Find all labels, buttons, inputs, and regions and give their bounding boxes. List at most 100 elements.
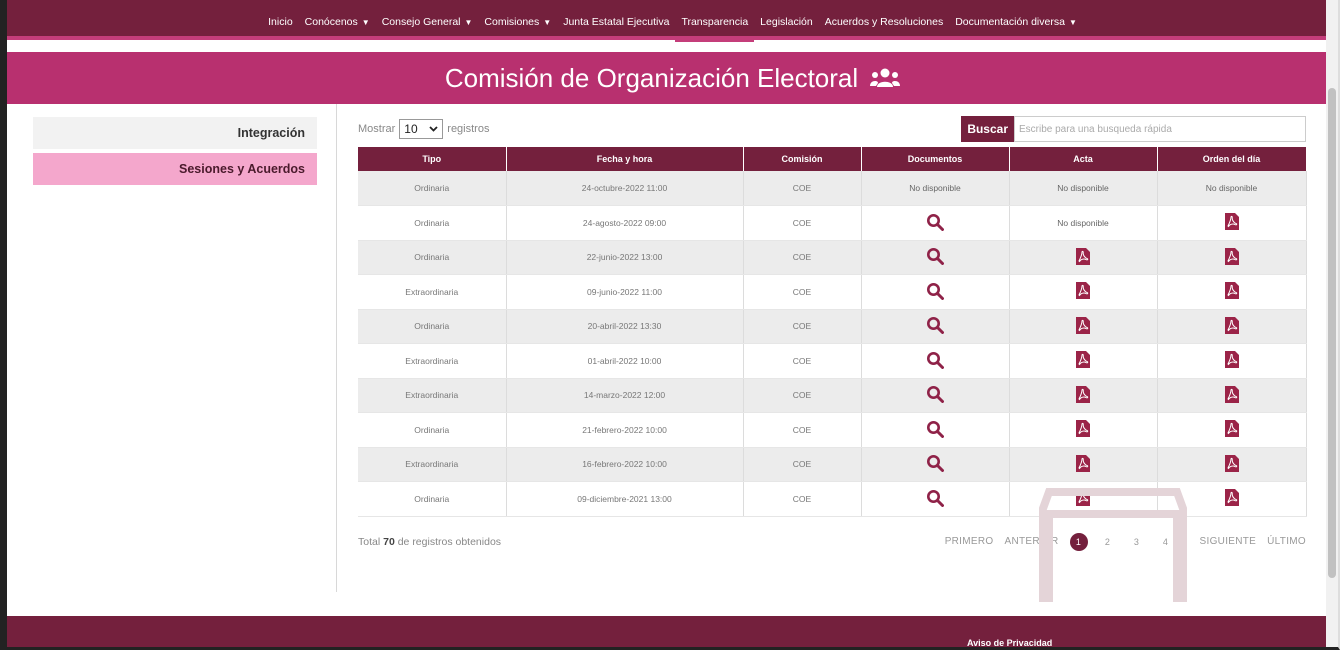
pdf-icon[interactable] (1224, 454, 1239, 472)
cell-text: Extraordinaria (405, 390, 459, 401)
cell-orden: No disponible (1157, 171, 1307, 206)
sidebar: Integración Sesiones y Acuerdos (7, 104, 337, 592)
pager-last[interactable]: ÚLTIMO (1267, 536, 1306, 547)
nav-item-0[interactable]: Inicio (262, 6, 299, 36)
cell-text: 20-abril-2022 13:30 (587, 321, 662, 332)
nav-item-label: Junta Estatal Ejecutiva (563, 16, 670, 28)
search-icon[interactable] (926, 420, 944, 438)
page-number[interactable]: 2 (1099, 533, 1117, 551)
column-header[interactable]: Tipo (358, 147, 507, 171)
pager-next[interactable]: SIGUIENTE (1200, 536, 1257, 547)
cell-text: 22-junio-2022 13:00 (586, 252, 663, 263)
cell-comision: COE (743, 274, 862, 310)
nav-item-7[interactable]: Acuerdos y Resoluciones (819, 6, 949, 36)
pdf-icon[interactable] (1076, 351, 1090, 369)
content-area: Integración Sesiones y Acuerdos Mostrar 1… (7, 104, 1338, 612)
column-header[interactable]: Orden del día (1157, 147, 1307, 171)
nav-item-4[interactable]: Junta Estatal Ejecutiva (557, 6, 675, 36)
caret-down-icon: ▼ (361, 18, 370, 27)
cell-acta (1009, 447, 1158, 482)
pdf-icon[interactable] (1224, 282, 1239, 300)
vertical-scrollbar[interactable] (1326, 0, 1338, 647)
page-number[interactable]: 1 (1069, 532, 1088, 551)
cell-text: COE (792, 183, 812, 193)
search-icon[interactable] (926, 454, 944, 473)
search-icon[interactable] (926, 247, 944, 266)
cell-orden (1157, 412, 1307, 448)
cell-text: 01-abril-2022 10:00 (587, 355, 662, 366)
search-icon[interactable] (926, 489, 944, 507)
nav-item-6[interactable]: Legislación (754, 6, 819, 36)
page-number[interactable]: 4 (1157, 533, 1175, 551)
cell-orden (1157, 205, 1307, 241)
table-body: Ordinaria 24-octubre-2022 11:00 COE No disp… (358, 171, 1307, 517)
sidebar-item-0[interactable]: Integración (33, 117, 317, 149)
column-header[interactable]: Documentos (861, 147, 1010, 171)
pdf-icon[interactable] (1224, 351, 1239, 369)
search-icon[interactable] (926, 351, 944, 369)
cell-documentos (861, 343, 1010, 379)
pdf-icon[interactable] (1076, 282, 1090, 300)
pdf-icon[interactable] (1224, 385, 1239, 403)
scrollbar-thumb[interactable] (1328, 88, 1336, 578)
page-number[interactable]: 3 (1128, 533, 1146, 551)
search-icon[interactable] (926, 385, 944, 404)
nav-item-2[interactable]: Consejo General ▼ (376, 6, 479, 36)
pdf-icon[interactable] (1224, 489, 1239, 507)
column-header[interactable]: Acta (1009, 147, 1158, 171)
column-header[interactable]: Comisión (743, 147, 862, 171)
table-row: Ordinaria 09-diciembre-2021 13:00 COE (358, 481, 1307, 517)
summary-prefix: Total (358, 535, 381, 548)
sidebar-item-1[interactable]: Sesiones y Acuerdos (33, 153, 317, 185)
cell-orden (1157, 447, 1307, 482)
cell-acta (1009, 378, 1158, 413)
nav-item-label: Conócenos (304, 16, 358, 28)
search-icon[interactable] (926, 213, 944, 231)
pdf-icon[interactable] (1076, 454, 1090, 472)
pdf-icon[interactable] (1224, 213, 1239, 231)
nav-item-label: Transparencia (681, 16, 749, 28)
table-row: Ordinaria 21-febrero-2022 10:00 COE (358, 412, 1307, 448)
cell-tipo: Extraordinaria (358, 343, 507, 379)
pdf-icon[interactable] (1076, 316, 1090, 334)
cell-fecha: 24-octubre-2022 11:00 (506, 171, 744, 206)
pdf-icon[interactable] (1224, 247, 1239, 265)
summary-suffix: de registros obtenidos (397, 535, 502, 548)
cell-text: COE (792, 321, 812, 332)
cell-acta: No disponible (1009, 171, 1158, 206)
nav-item-label: Inicio (268, 16, 293, 28)
pdf-icon[interactable] (1076, 247, 1090, 265)
cell-acta (1009, 481, 1158, 517)
cell-orden (1157, 378, 1307, 413)
chevron-down-icon (429, 126, 438, 132)
column-header[interactable]: Fecha y hora (506, 147, 744, 171)
table-row: Ordinaria 22-junio-2022 13:00 COE (358, 240, 1307, 275)
nav-item-8[interactable]: Documentación diversa ▼ (949, 6, 1083, 36)
pdf-icon[interactable] (1076, 489, 1090, 507)
page-size-select[interactable]: 10 (399, 119, 444, 139)
pager-first[interactable]: PRIMERO (945, 536, 994, 547)
pager-prev[interactable]: ANTERIOR (1004, 536, 1058, 547)
pdf-icon[interactable] (1224, 316, 1239, 334)
privacy-link[interactable]: Aviso de Privacidad (967, 638, 1052, 647)
cell-text: Ordinaria (414, 217, 450, 228)
table-row: Extraordinaria 16-febrero-2022 10:00 COE (358, 447, 1307, 482)
cell-acta (1009, 412, 1158, 448)
nav-item-1[interactable]: Conócenos ▼ (299, 6, 376, 36)
pdf-icon[interactable] (1076, 420, 1090, 438)
search-icon[interactable] (926, 282, 944, 300)
cell-acta: No disponible (1009, 205, 1158, 241)
nav-item-5[interactable]: Transparencia (675, 6, 754, 42)
table-row: Ordinaria 20-abril-2022 13:30 COE (358, 309, 1307, 344)
cell-tipo: Ordinaria (358, 412, 507, 448)
spacer (7, 40, 1338, 52)
search-input[interactable]: Escribe para una busqueda rápida (1014, 116, 1306, 142)
search-icon[interactable] (926, 316, 944, 335)
pdf-icon[interactable] (1224, 420, 1239, 438)
search-button[interactable]: Buscar (961, 116, 1014, 142)
cell-text: COE (792, 390, 812, 401)
cell-orden (1157, 274, 1307, 310)
nav-item-3[interactable]: Comisiones ▼ (478, 6, 557, 36)
cell-documentos (861, 412, 1010, 448)
pdf-icon[interactable] (1076, 385, 1090, 403)
